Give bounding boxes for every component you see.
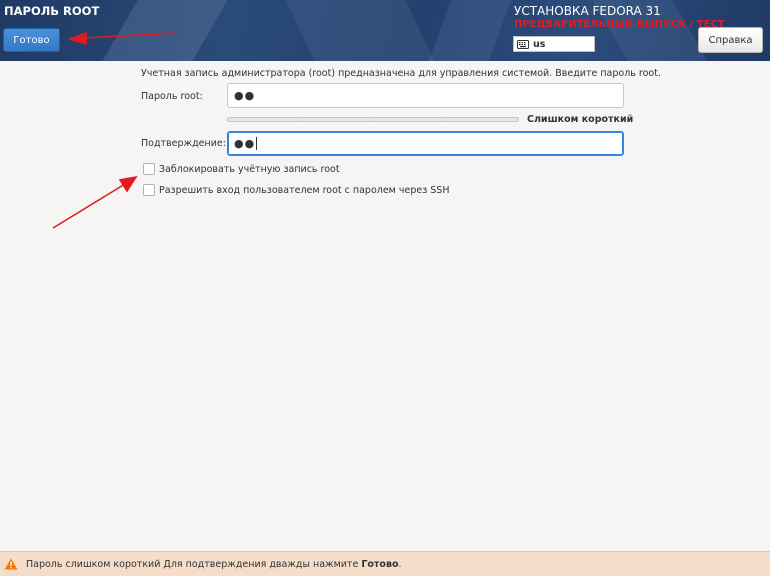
confirm-password-input[interactable]: ●● [227,131,624,156]
password-label: Пароль root: [141,91,203,102]
status-warning-bar: Пароль слишком короткий Для подтверждени… [0,551,770,576]
header-bar: ПАРОЛЬ ROOT Готово УСТАНОВКА FEDORA 31 П… [0,0,770,61]
done-button[interactable]: Готово [3,28,60,52]
prerelease-label: ПРЕДВАРИТЕЛЬНЫЙ ВЫПУСК / ТЕСТ [514,19,725,30]
confirm-label: Подтверждение: [141,138,226,149]
lock-root-option[interactable]: Заблокировать учётную запись root [143,163,340,175]
root-description: Учетная запись администратора (root) пре… [141,68,661,79]
page-title: ПАРОЛЬ ROOT [4,4,100,18]
password-strength-label: Слишком короткий [527,114,634,125]
keyboard-icon [517,39,529,49]
lock-root-label: Заблокировать учётную запись root [159,163,340,175]
text-cursor [256,137,258,150]
lock-root-checkbox[interactable] [143,163,155,175]
warning-icon [4,558,18,570]
status-emphasis: Готово [361,558,399,570]
help-button[interactable]: Справка [698,27,763,53]
password-strength-bar [227,117,519,122]
ssh-root-checkbox[interactable] [143,184,155,196]
keyboard-layout-indicator[interactable]: us [513,36,595,52]
install-title: УСТАНОВКА FEDORA 31 [514,4,661,18]
annotation-arrow-checkbox [52,175,138,229]
confirm-password-value: ●● [234,137,256,150]
ssh-root-option[interactable]: Разрешить вход пользователем root с паро… [143,184,449,196]
root-password-input[interactable]: ●● [227,83,624,108]
keyboard-layout-label: us [533,38,546,50]
ssh-root-label: Разрешить вход пользователем root с паро… [159,184,450,196]
status-message: Пароль слишком короткий Для подтверждени… [26,558,402,570]
root-password-value: ●● [234,89,256,102]
